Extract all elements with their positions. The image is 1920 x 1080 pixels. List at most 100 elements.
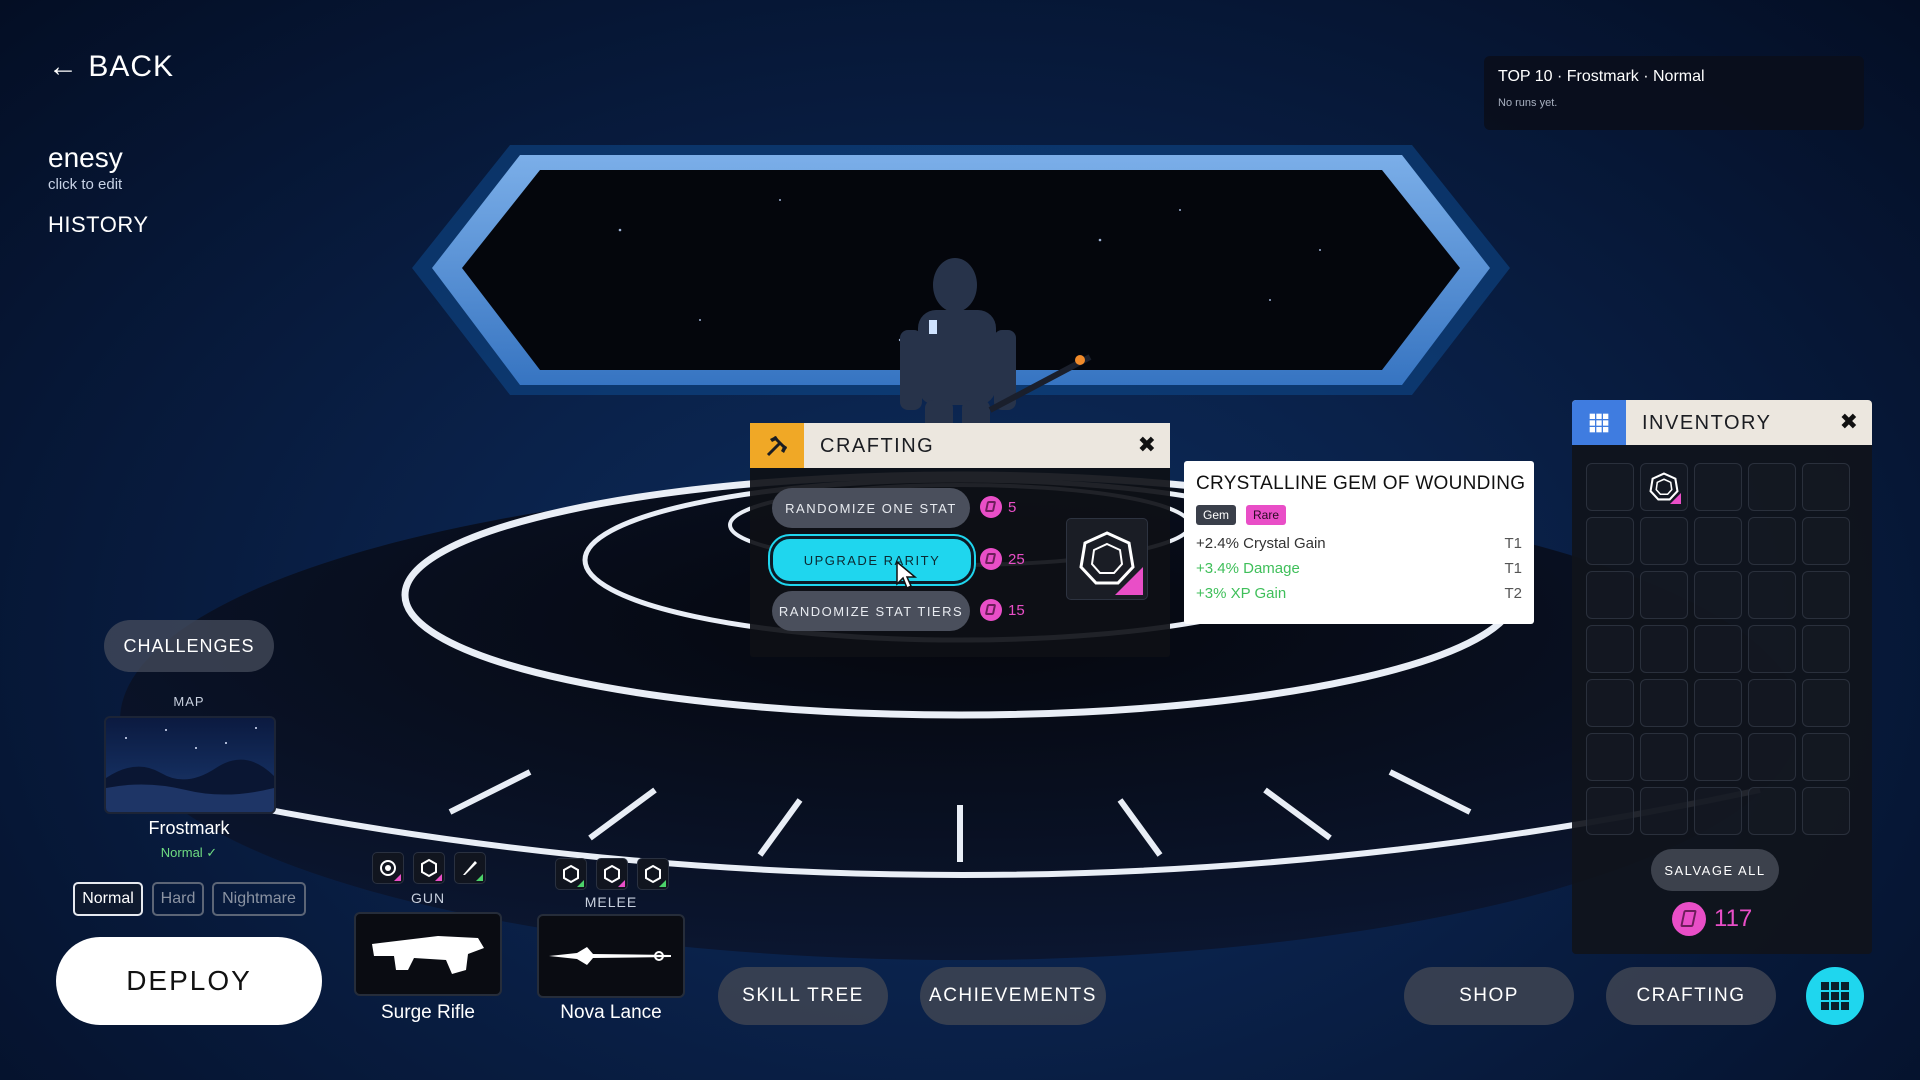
inventory-header: INVENTORY ✖ bbox=[1572, 400, 1872, 445]
gem-mod-icon[interactable] bbox=[413, 852, 445, 884]
leaderboard-panel: TOP 10 · Frostmark · Normal No runs yet. bbox=[1484, 56, 1864, 130]
inventory-slot[interactable] bbox=[1586, 733, 1634, 781]
inventory-slot[interactable] bbox=[1586, 625, 1634, 673]
inventory-slot[interactable] bbox=[1802, 787, 1850, 835]
crystal-icon bbox=[980, 548, 1002, 570]
inventory-slot[interactable] bbox=[1586, 517, 1634, 565]
cog-mod-icon[interactable] bbox=[372, 852, 404, 884]
inventory-slot[interactable] bbox=[1586, 571, 1634, 619]
gun-mod-slots bbox=[372, 852, 486, 884]
crystal-icon bbox=[980, 599, 1002, 621]
inventory-slot[interactable] bbox=[1748, 733, 1796, 781]
gun-name: Surge Rifle bbox=[381, 1002, 475, 1023]
difficulty-nightmare-button[interactable]: Nightmare bbox=[212, 882, 306, 916]
grid-icon bbox=[1821, 982, 1849, 1010]
inventory-slot[interactable] bbox=[1802, 463, 1850, 511]
lance-icon bbox=[549, 947, 671, 965]
deploy-button[interactable]: DEPLOY bbox=[56, 937, 322, 1025]
inventory-slot[interactable] bbox=[1586, 463, 1634, 511]
item-stat: +3% XP Gain bbox=[1196, 585, 1287, 602]
gem-mod-icon[interactable] bbox=[637, 858, 669, 890]
inventory-slot[interactable] bbox=[1694, 571, 1742, 619]
leaderboard-title: TOP 10 · Frostmark · Normal bbox=[1498, 68, 1705, 85]
inventory-slot[interactable] bbox=[1586, 787, 1634, 835]
challenges-button[interactable]: CHALLENGES bbox=[104, 620, 274, 672]
inventory-toggle-button[interactable] bbox=[1806, 967, 1864, 1025]
crystal-count: 117 bbox=[1714, 905, 1753, 932]
inventory-slot[interactable] bbox=[1802, 733, 1850, 781]
crystal-icon bbox=[980, 496, 1002, 518]
inventory-slot[interactable] bbox=[1640, 517, 1688, 565]
inventory-slot[interactable] bbox=[1802, 571, 1850, 619]
inventory-grid bbox=[1586, 463, 1850, 835]
item-stat-tier: T1 bbox=[1504, 560, 1522, 577]
edit-name-hint: click to edit bbox=[48, 176, 123, 193]
map-thumbnail[interactable] bbox=[104, 716, 276, 814]
difficulty-normal-button[interactable]: Normal bbox=[73, 882, 143, 916]
item-tooltip: CRYSTALLINE GEM OF WOUNDING Gem Rare +2.… bbox=[1184, 461, 1534, 624]
map-name: Frostmark bbox=[148, 818, 230, 838]
close-icon[interactable]: ✖ bbox=[1840, 409, 1858, 435]
randomize-stat-tiers-button[interactable]: RANDOMIZE STAT TIERS bbox=[772, 591, 970, 631]
gem-mod-icon[interactable] bbox=[596, 858, 628, 890]
inventory-slot[interactable] bbox=[1748, 787, 1796, 835]
inventory-slot[interactable] bbox=[1640, 625, 1688, 673]
item-stat-tier: T2 bbox=[1504, 585, 1522, 602]
inventory-slot[interactable] bbox=[1694, 517, 1742, 565]
salvage-all-button[interactable]: SALVAGE ALL bbox=[1651, 849, 1779, 891]
back-button[interactable]: ← BACK bbox=[48, 50, 174, 84]
blade-mod-icon[interactable] bbox=[454, 852, 486, 884]
difficulty-hard-button[interactable]: Hard bbox=[152, 882, 204, 916]
inventory-slot[interactable] bbox=[1694, 679, 1742, 727]
inventory-slot[interactable] bbox=[1748, 463, 1796, 511]
close-icon[interactable]: ✖ bbox=[1138, 432, 1156, 458]
melee-slot-label: MELEE bbox=[584, 894, 638, 910]
inventory-slot[interactable] bbox=[1748, 625, 1796, 673]
inventory-slot[interactable] bbox=[1640, 679, 1688, 727]
gem-mod-icon[interactable] bbox=[555, 858, 587, 890]
crystal-icon bbox=[1672, 902, 1706, 936]
upgrade-rarity-button[interactable]: UPGRADE RARITY bbox=[770, 536, 974, 584]
player-name[interactable]: enesy bbox=[48, 142, 123, 174]
melee-mod-slots bbox=[555, 858, 669, 890]
inventory-slot[interactable] bbox=[1640, 463, 1688, 511]
melee-slot[interactable] bbox=[537, 914, 685, 998]
inventory-slot[interactable] bbox=[1694, 463, 1742, 511]
map-difficulty-status: Normal ✓ bbox=[160, 845, 218, 860]
upgrade-rarity-cost: 25 bbox=[980, 548, 1025, 570]
randomize-one-stat-button[interactable]: RANDOMIZE ONE STAT bbox=[772, 488, 970, 528]
item-rarity-tag: Rare bbox=[1246, 505, 1287, 525]
rifle-icon bbox=[372, 936, 484, 974]
inventory-slot[interactable] bbox=[1748, 517, 1796, 565]
gun-slot[interactable] bbox=[354, 912, 502, 996]
achievements-button[interactable]: ACHIEVEMENTS bbox=[920, 967, 1106, 1025]
item-stat: +3.4% Damage bbox=[1196, 560, 1300, 577]
shop-button[interactable]: SHOP bbox=[1404, 967, 1574, 1025]
map-section-label: MAP bbox=[173, 694, 205, 709]
inventory-title: INVENTORY bbox=[1642, 412, 1772, 434]
crafting-button[interactable]: CRAFTING bbox=[1606, 967, 1776, 1025]
item-type-tag: Gem bbox=[1196, 505, 1237, 525]
melee-name: Nova Lance bbox=[560, 1002, 662, 1023]
inventory-slot[interactable] bbox=[1694, 787, 1742, 835]
inventory-slot[interactable] bbox=[1748, 679, 1796, 727]
inventory-slot[interactable] bbox=[1640, 733, 1688, 781]
randomize-stat-tiers-cost: 15 bbox=[980, 599, 1025, 621]
inventory-slot[interactable] bbox=[1640, 571, 1688, 619]
inventory-slot[interactable] bbox=[1802, 517, 1850, 565]
mouse-cursor-icon bbox=[896, 560, 918, 590]
skill-tree-button[interactable]: SKILL TREE bbox=[718, 967, 888, 1025]
hammer-pick-icon bbox=[750, 423, 804, 468]
inventory-slot[interactable] bbox=[1586, 679, 1634, 727]
inventory-slot[interactable] bbox=[1748, 571, 1796, 619]
inventory-slot[interactable] bbox=[1802, 679, 1850, 727]
crafting-header: CRAFTING ✖ bbox=[750, 423, 1170, 468]
inventory-slot[interactable] bbox=[1802, 625, 1850, 673]
item-stat-tier: T1 bbox=[1504, 535, 1522, 552]
crafting-item-slot[interactable] bbox=[1066, 518, 1148, 600]
inventory-slot[interactable] bbox=[1694, 625, 1742, 673]
history-link[interactable]: HISTORY bbox=[48, 212, 149, 238]
inventory-slot[interactable] bbox=[1640, 787, 1688, 835]
inventory-slot[interactable] bbox=[1694, 733, 1742, 781]
gun-slot-label: GUN bbox=[410, 890, 446, 906]
